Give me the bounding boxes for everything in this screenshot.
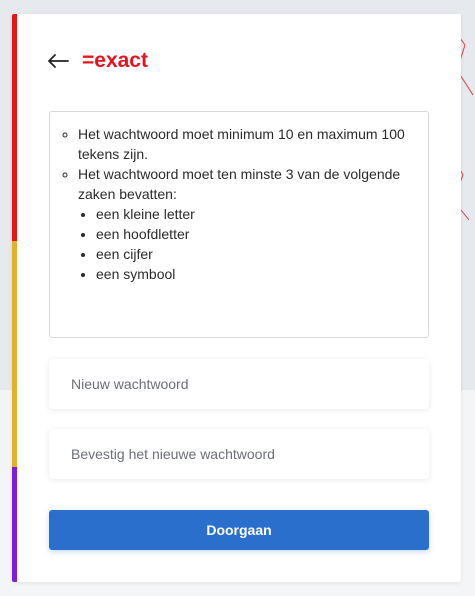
- password-requirements: Het wachtwoord moet minimum 10 en maximu…: [49, 111, 429, 338]
- composition-digit: een cijfer: [96, 244, 414, 264]
- password-reset-card: =exact Het wachtwoord moet minimum 10 en…: [12, 14, 461, 582]
- composition-symbol: een symbool: [96, 264, 414, 284]
- card-header: =exact: [46, 48, 160, 74]
- requirement-length: Het wachtwoord moet minimum 10 en maximu…: [78, 124, 414, 164]
- svg-text:=exact: =exact: [82, 50, 148, 72]
- requirements-list: Het wachtwoord moet minimum 10 en maximu…: [62, 124, 414, 284]
- new-password-input[interactable]: [49, 359, 429, 409]
- composition-lowercase: een kleine letter: [96, 204, 414, 224]
- confirm-password-input[interactable]: [49, 429, 429, 479]
- brand-stripe: [12, 14, 17, 582]
- composition-uppercase: een hoofdletter: [96, 224, 414, 244]
- back-button[interactable]: [46, 49, 70, 73]
- requirement-composition: Het wachtwoord moet ten minste 3 van de …: [78, 164, 414, 284]
- requirement-composition-text: Het wachtwoord moet ten minste 3 van de …: [78, 166, 401, 202]
- composition-sublist: een kleine letter een hoofdletter een ci…: [78, 204, 414, 284]
- stripe-yellow-segment: [12, 241, 17, 467]
- continue-button[interactable]: Doorgaan: [49, 510, 429, 550]
- stripe-red-segment: [12, 14, 17, 241]
- arrow-left-icon: [48, 54, 69, 68]
- stripe-purple-segment: [12, 467, 17, 582]
- exact-logo: =exact: [82, 49, 160, 73]
